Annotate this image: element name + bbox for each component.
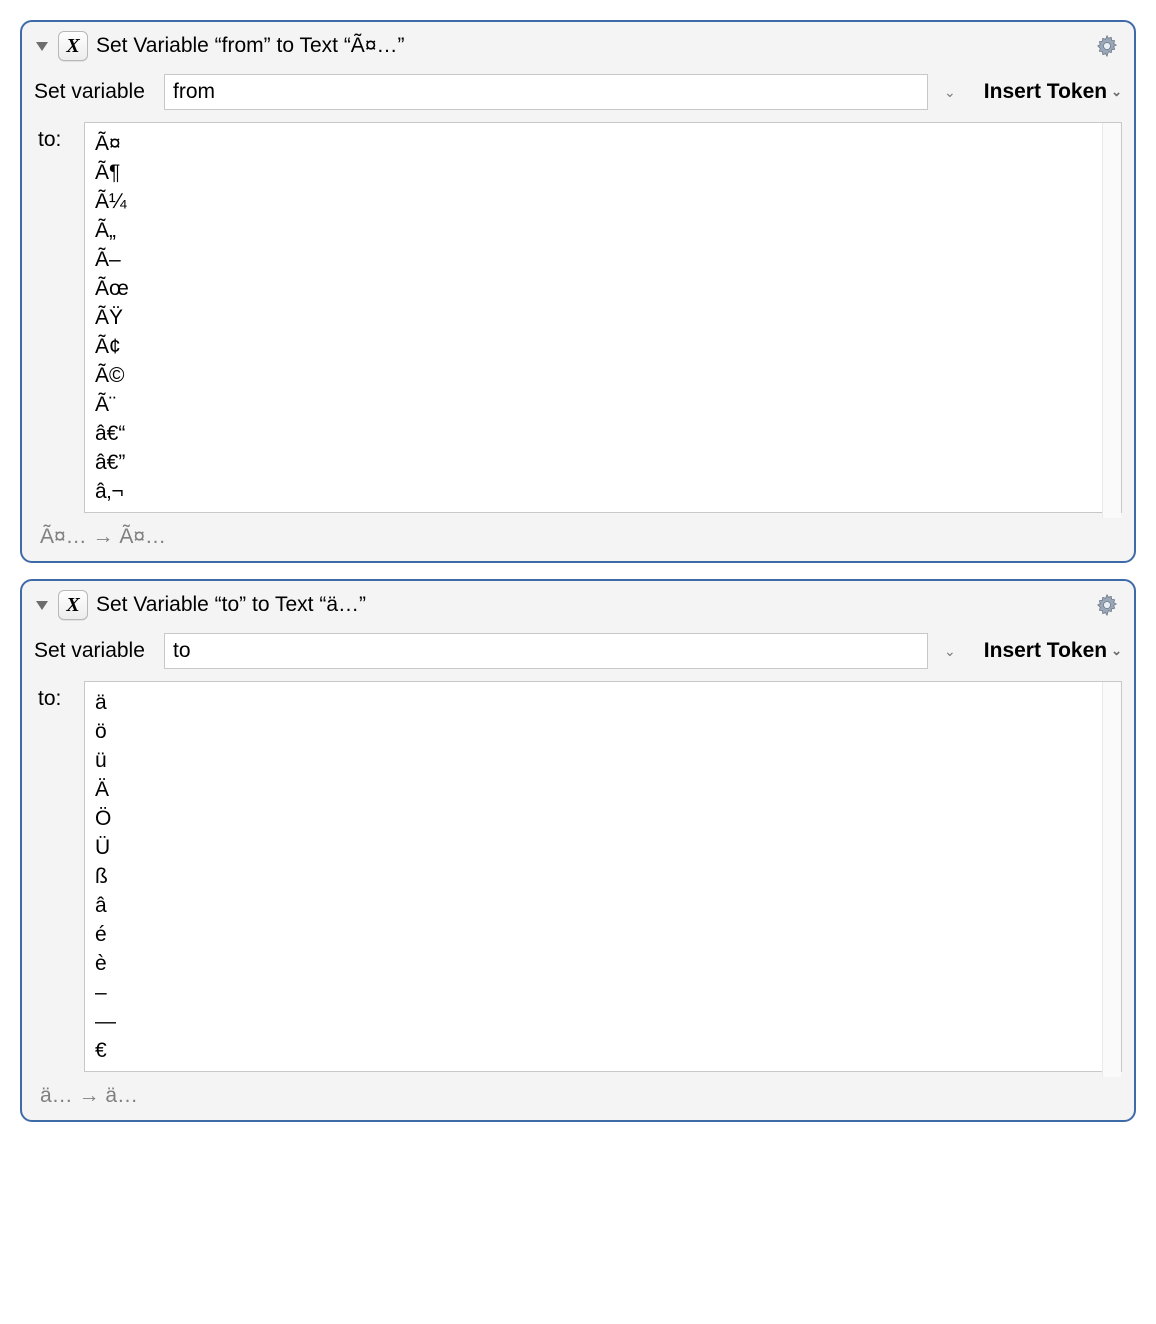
variable-name-input[interactable]: [164, 633, 928, 669]
action-title: Set Variable “to” to Text “ä…”: [96, 593, 1086, 617]
content-textarea-wrap: [84, 122, 1122, 519]
insert-token-label: Insert Token: [984, 639, 1107, 663]
variable-name-input[interactable]: [164, 74, 928, 110]
insert-token-button[interactable]: Insert Token ⌄: [974, 633, 1122, 663]
action-header: X Set Variable “to” to Text “ä…”: [34, 589, 1122, 621]
set-variable-label: Set variable: [34, 74, 154, 104]
chevron-down-icon[interactable]: ⌄: [938, 633, 964, 660]
disclosure-triangle-icon[interactable]: [36, 42, 48, 51]
transform-preview: ä… → ä…: [40, 1084, 1122, 1108]
action-set-variable-to[interactable]: X Set Variable “to” to Text “ä…” Set var…: [20, 579, 1136, 1122]
content-textarea[interactable]: [84, 122, 1122, 513]
action-header: X Set Variable “from” to Text “Ã¤…”: [34, 30, 1122, 62]
chevron-down-icon: ⌄: [1111, 643, 1122, 659]
content-textarea-wrap: [84, 681, 1122, 1078]
set-variable-row: Set variable ⌄ Insert Token ⌄: [34, 74, 1122, 110]
insert-token-button[interactable]: Insert Token ⌄: [974, 74, 1122, 104]
transform-preview: Ã¤… → Ã¤…: [40, 525, 1122, 549]
insert-token-label: Insert Token: [984, 80, 1107, 104]
to-label: to:: [34, 122, 74, 152]
action-set-variable-from[interactable]: X Set Variable “from” to Text “Ã¤…” Set …: [20, 20, 1136, 563]
variable-icon: X: [58, 590, 88, 620]
to-row: to:: [34, 681, 1122, 1078]
disclosure-triangle-icon[interactable]: [36, 601, 48, 610]
to-row: to:: [34, 122, 1122, 519]
gear-icon[interactable]: [1094, 33, 1120, 59]
chevron-down-icon[interactable]: ⌄: [938, 74, 964, 101]
chevron-down-icon: ⌄: [1111, 84, 1122, 100]
gear-icon[interactable]: [1094, 592, 1120, 618]
action-title: Set Variable “from” to Text “Ã¤…”: [96, 34, 1086, 58]
content-textarea[interactable]: [84, 681, 1122, 1072]
variable-icon: X: [58, 31, 88, 61]
set-variable-label: Set variable: [34, 633, 154, 663]
set-variable-row: Set variable ⌄ Insert Token ⌄: [34, 633, 1122, 669]
to-label: to:: [34, 681, 74, 711]
editor-canvas: X Set Variable “from” to Text “Ã¤…” Set …: [0, 0, 1156, 1122]
